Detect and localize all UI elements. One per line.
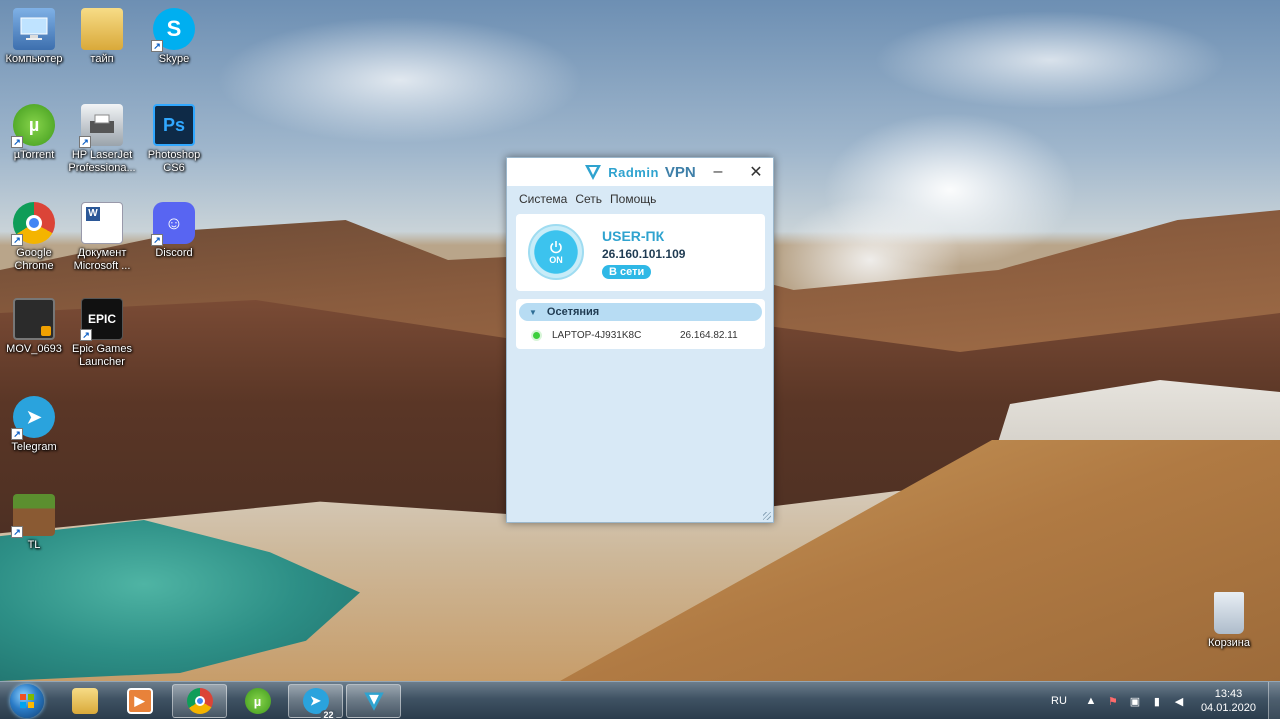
recycle-bin-icon: [1214, 592, 1244, 634]
radmin-logo-icon: [585, 165, 602, 180]
folder-icon: [71, 688, 98, 714]
telegram-icon: ➤ ↗: [11, 396, 55, 440]
epic-games-icon: EPIC ↗: [80, 298, 123, 341]
radmin-logo-icon: [361, 688, 387, 714]
menu-bar: Система Сеть Помощь: [507, 186, 773, 212]
power-toggle-button[interactable]: ON: [528, 224, 584, 280]
signal-icon[interactable]: ▮: [1151, 695, 1163, 708]
media-player-icon: ▶: [126, 688, 153, 714]
menu-help[interactable]: Помощь: [610, 192, 656, 206]
clock-time: 13:43: [1214, 688, 1243, 700]
shortcut-arrow-icon: ↗: [151, 40, 163, 52]
desktop-icon-recycle-bin[interactable]: Корзина: [1190, 592, 1268, 650]
taskbar-telegram[interactable]: ➤ 22: [288, 684, 343, 719]
resize-grip[interactable]: [763, 512, 771, 520]
shortcut-arrow-icon: ↗: [11, 136, 23, 148]
volume-icon[interactable]: ◀: [1173, 695, 1185, 708]
photoshop-icon: Ps: [153, 104, 195, 146]
printer-icon: ↗: [79, 104, 123, 148]
online-status-icon: [533, 331, 540, 339]
clock[interactable]: 13:43 04.01.2020: [1201, 687, 1256, 715]
desktop-icon-tl[interactable]: ↗ TL: [0, 494, 73, 552]
peer-ip-address: 26.164.82.11: [680, 329, 738, 341]
close-button[interactable]: ✕: [745, 162, 767, 182]
shortcut-arrow-icon: ↗: [11, 428, 23, 440]
power-label: ON: [549, 254, 563, 265]
show-hidden-icons-icon[interactable]: ▲: [1085, 695, 1097, 707]
shortcut-arrow-icon: ↗: [79, 136, 91, 148]
desktop-icon-epic-games[interactable]: EPIC ↗ Epic Games Launcher: [63, 298, 141, 369]
desktop-icon-discord[interactable]: ☺ ↗ Discord: [135, 202, 213, 260]
network-group-header[interactable]: ▼ Осетяния: [519, 303, 762, 321]
desktop-icon-skype[interactable]: S ↗ Skype: [135, 8, 213, 66]
device-icon[interactable]: ▣: [1129, 695, 1141, 708]
taskbar-utorrent[interactable]: µ: [230, 684, 285, 718]
window-titlebar[interactable]: Radmin VPN – ✕: [507, 158, 773, 186]
telegram-icon: ➤ 22: [302, 688, 337, 719]
network-name: Осетяния: [546, 306, 600, 318]
video-file-icon: [13, 298, 55, 340]
shortcut-arrow-icon: ↗: [151, 234, 163, 246]
shortcut-arrow-icon: ↗: [11, 526, 23, 538]
radmin-vpn-window[interactable]: Radmin VPN – ✕ Система Сеть Помощь ON US…: [506, 157, 774, 523]
action-center-icon[interactable]: ⚑: [1107, 695, 1119, 708]
computer-icon: [13, 8, 55, 50]
taskbar-chrome[interactable]: [172, 684, 227, 718]
folder-icon: [81, 8, 123, 50]
discord-icon: ☺ ↗: [151, 202, 195, 246]
brand-prefix: Radmin: [608, 164, 659, 180]
app-logo: Radmin VPN: [584, 163, 696, 181]
unread-badge: 22: [320, 710, 337, 719]
language-indicator[interactable]: RU: [1051, 695, 1067, 707]
word-document-icon: W: [81, 202, 123, 244]
shortcut-arrow-icon: ↗: [11, 234, 23, 246]
menu-network[interactable]: Сеть: [575, 192, 602, 206]
desktop-icon-word-document[interactable]: W Документ Microsoft ...: [63, 202, 141, 273]
show-desktop-button[interactable]: [1268, 682, 1280, 719]
utorrent-icon: µ: [244, 688, 271, 714]
taskbar: ▶ µ ➤ 22 RU ▲ ⚑ ▣ ▮ ◀ 13:43 04.01.2020: [0, 681, 1280, 719]
skype-icon: S ↗: [151, 8, 195, 52]
utorrent-icon: µ ↗: [11, 104, 55, 148]
power-icon: [550, 240, 562, 253]
status-badge: В сети: [602, 265, 652, 279]
peer-row[interactable]: LAPTOP-4J931K8C 26.164.82.11: [516, 326, 765, 344]
minimize-icon: –: [713, 163, 723, 180]
desktop-icon-printer[interactable]: ↗ HP LaserJet Professiona...: [63, 104, 141, 175]
taskbar-radmin-vpn[interactable]: [346, 684, 401, 718]
caret-down-icon: ▼: [529, 307, 537, 317]
brand-suffix: VPN: [664, 163, 696, 181]
clock-date: 04.01.2020: [1200, 702, 1256, 714]
taskbar-media-player[interactable]: ▶: [112, 684, 167, 718]
desktop-icon-telegram[interactable]: ➤ ↗ Telegram: [0, 396, 73, 454]
desktop-icon-photoshop[interactable]: Ps Photoshop CS6: [135, 104, 213, 175]
chrome-icon: ↗: [11, 202, 55, 246]
minimize-button[interactable]: –: [707, 162, 729, 182]
system-tray: RU ▲ ⚑ ▣ ▮ ◀ 13:43 04.01.2020: [1051, 682, 1280, 719]
taskbar-explorer[interactable]: [57, 684, 112, 718]
peer-name: LAPTOP-4J931K8C: [552, 329, 642, 341]
minecraft-icon: ↗: [11, 494, 55, 538]
network-list: ▼ Осетяния LAPTOP-4J931K8C 26.164.82.11: [516, 299, 765, 349]
menu-system[interactable]: Система: [519, 192, 567, 206]
windows-logo-icon: [10, 684, 44, 718]
desktop-icon-folder[interactable]: тайп: [63, 8, 141, 66]
shortcut-arrow-icon: ↗: [80, 329, 92, 341]
close-icon: ✕: [749, 164, 763, 181]
chrome-icon: [186, 688, 213, 714]
pc-name: USER-ПК: [602, 228, 665, 244]
start-button[interactable]: [4, 683, 50, 719]
pc-ip-address: 26.160.101.109: [602, 247, 686, 261]
status-card: ON USER-ПК 26.160.101.109 В сети: [516, 214, 765, 291]
